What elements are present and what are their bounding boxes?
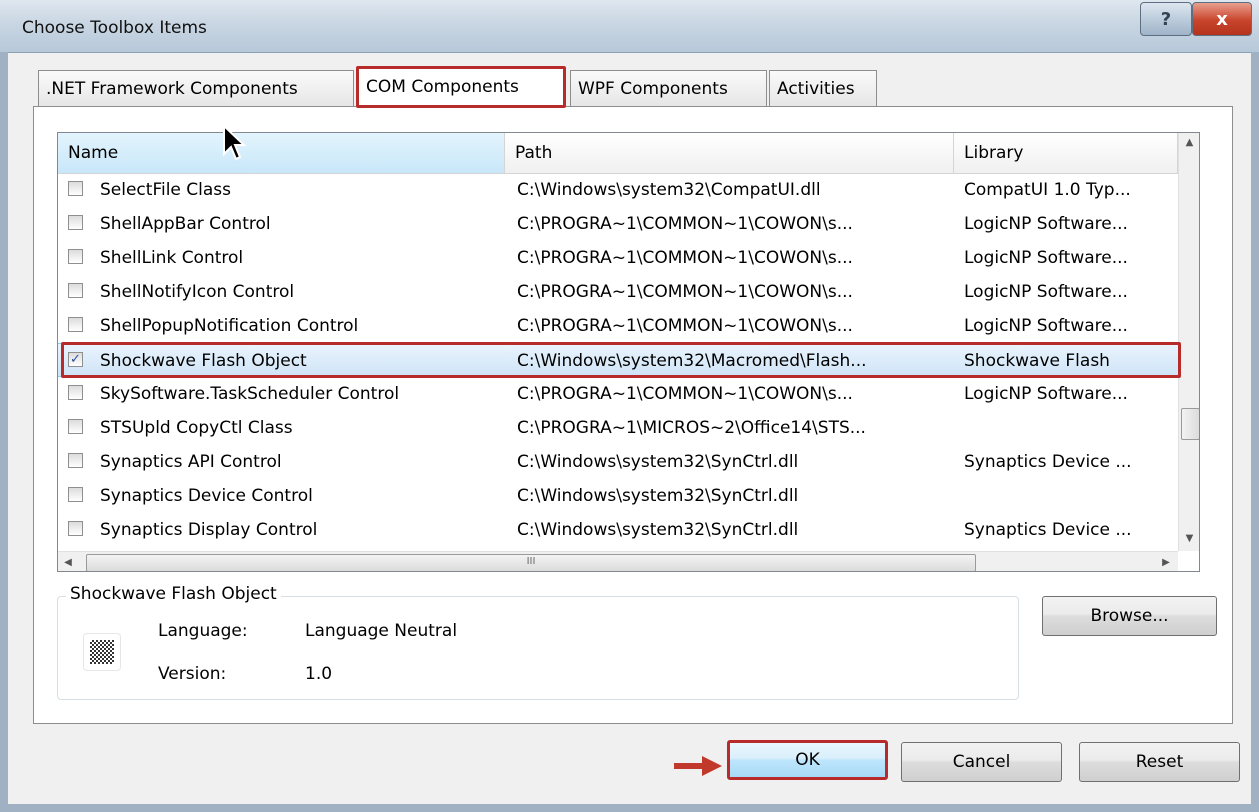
row-name-cell: ShellPopupNotification Control bbox=[100, 316, 359, 336]
red-arrow-icon bbox=[674, 756, 722, 776]
column-header-path[interactable]: Path bbox=[505, 133, 954, 173]
table-row[interactable]: STSUpld CopyCtl Class C:\PROGRA~1\MICROS~… bbox=[58, 411, 1178, 445]
table-row[interactable]: SelectFile Class C:\Windows\system32\Comp… bbox=[58, 173, 1178, 207]
row-path-cell: C:\Windows\system32\SynCtrl.dll bbox=[517, 520, 799, 540]
row-checkbox[interactable] bbox=[68, 521, 83, 536]
row-path-cell: C:\Windows\system32\CompatUI.dll bbox=[517, 180, 821, 200]
cancel-button[interactable]: Cancel bbox=[901, 742, 1062, 782]
vertical-scrollbar[interactable]: ▲ ▼ bbox=[1178, 133, 1199, 551]
ok-button[interactable]: OK bbox=[727, 740, 888, 780]
row-library-cell: LogicNP Software... bbox=[964, 214, 1128, 234]
window-frame-left bbox=[0, 52, 8, 812]
scroll-down-arrow-icon[interactable]: ▼ bbox=[1179, 529, 1199, 549]
row-name-cell: Shockwave Flash Object bbox=[100, 351, 307, 371]
table-row[interactable]: ShellNotifyIcon Control C:\PROGRA~1\COMMO… bbox=[58, 275, 1178, 309]
table-row[interactable]: Synaptics API Control C:\Windows\system32… bbox=[58, 445, 1178, 479]
row-library-cell: Synaptics Device ... bbox=[964, 452, 1132, 472]
details-title: Shockwave Flash Object bbox=[66, 584, 281, 604]
row-name-cell: ShellNotifyIcon Control bbox=[100, 282, 295, 302]
row-checkbox[interactable] bbox=[68, 487, 83, 502]
column-header-name[interactable]: Name bbox=[58, 133, 505, 173]
window-frame-bottom bbox=[0, 804, 1259, 812]
row-name-cell: SelectFile Class bbox=[100, 180, 232, 200]
table-row[interactable]: ✓ Shockwave Flash Object C:\Windows\system… bbox=[58, 343, 1178, 377]
row-library-cell: LogicNP Software... bbox=[964, 384, 1128, 404]
row-library-cell: Synaptics Device ... bbox=[964, 520, 1132, 540]
table-row[interactable]: Synaptics Device Control C:\Windows\syste… bbox=[58, 479, 1178, 513]
row-library-cell: LogicNP Software... bbox=[964, 282, 1128, 302]
row-library-cell bbox=[964, 411, 1174, 445]
tab-net-framework-components[interactable]: .NET Framework Components bbox=[38, 70, 354, 106]
browse-button[interactable]: Browse... bbox=[1042, 596, 1217, 636]
row-path-cell: C:\PROGRA~1\MICROS~2\Office14\STS... bbox=[517, 418, 866, 438]
title-bar[interactable]: Choose Toolbox Items ? x bbox=[0, 0, 1259, 53]
row-checkbox[interactable] bbox=[68, 283, 83, 298]
row-checkbox[interactable]: ✓ bbox=[68, 352, 83, 367]
row-path-cell: C:\Windows\system32\Macromed\Flash... bbox=[517, 351, 867, 371]
language-label: Language: bbox=[158, 621, 248, 641]
horizontal-scrollbar[interactable]: ◀ III ▶ bbox=[58, 551, 1178, 571]
row-checkbox[interactable] bbox=[68, 419, 83, 434]
tab-activities[interactable]: Activities bbox=[769, 70, 877, 106]
row-checkbox[interactable] bbox=[68, 385, 83, 400]
window-title: Choose Toolbox Items bbox=[22, 18, 207, 38]
row-checkbox[interactable] bbox=[68, 215, 83, 230]
row-library-cell: Shockwave Flash bbox=[964, 351, 1110, 371]
mouse-cursor-icon bbox=[223, 124, 246, 161]
row-library-cell: CompatUI 1.0 Typ... bbox=[964, 180, 1131, 200]
row-name-cell: STSUpld CopyCtl Class bbox=[100, 418, 293, 438]
row-checkbox[interactable] bbox=[68, 181, 83, 196]
row-path-cell: C:\PROGRA~1\COMMON~1\COWON\s... bbox=[517, 384, 853, 404]
window-frame-right bbox=[1251, 52, 1259, 812]
details-groupbox bbox=[57, 596, 1019, 700]
tab-wpf-components[interactable]: WPF Components bbox=[570, 70, 767, 106]
row-path-cell: C:\PROGRA~1\COMMON~1\COWON\s... bbox=[517, 214, 853, 234]
row-checkbox[interactable] bbox=[68, 249, 83, 264]
row-name-cell: SkySoftware.TaskScheduler Control bbox=[100, 384, 400, 404]
row-name-cell: ShellLink Control bbox=[100, 248, 244, 268]
component-icon bbox=[83, 633, 121, 671]
horizontal-scroll-thumb[interactable]: III bbox=[86, 554, 976, 571]
components-list[interactable]: Name Path Library SelectFile Class C:\Win… bbox=[57, 132, 1200, 572]
scroll-up-arrow-icon[interactable]: ▲ bbox=[1179, 133, 1199, 153]
reset-button[interactable]: Reset bbox=[1079, 742, 1240, 782]
table-row[interactable]: Synaptics Display Control C:\Windows\syst… bbox=[58, 513, 1178, 547]
row-library-cell: LogicNP Software... bbox=[964, 316, 1128, 336]
close-button[interactable]: x bbox=[1192, 2, 1252, 36]
row-path-cell: C:\Windows\system32\SynCtrl.dll bbox=[517, 452, 799, 472]
tab-com-components[interactable]: COM Components bbox=[356, 66, 566, 108]
row-name-cell: Synaptics API Control bbox=[100, 452, 282, 472]
scroll-left-arrow-icon[interactable]: ◀ bbox=[58, 552, 78, 571]
row-name-cell: Synaptics Device Control bbox=[100, 486, 313, 506]
help-button[interactable]: ? bbox=[1140, 2, 1192, 36]
row-path-cell: C:\PROGRA~1\COMMON~1\COWON\s... bbox=[517, 282, 853, 302]
table-row[interactable]: SkySoftware.TaskScheduler Control C:\PROG… bbox=[58, 377, 1178, 411]
row-name-cell: Synaptics Display Control bbox=[100, 520, 318, 540]
row-checkbox[interactable] bbox=[68, 317, 83, 332]
row-path-cell: C:\PROGRA~1\COMMON~1\COWON\s... bbox=[517, 316, 853, 336]
column-header-library[interactable]: Library bbox=[954, 133, 1178, 173]
language-value: Language Neutral bbox=[305, 621, 458, 641]
row-library-cell bbox=[964, 479, 1174, 513]
row-library-cell: LogicNP Software... bbox=[964, 248, 1128, 268]
row-name-cell: ShellAppBar Control bbox=[100, 214, 271, 234]
row-path-cell: C:\Windows\system32\SynCtrl.dll bbox=[517, 486, 799, 506]
row-checkbox[interactable] bbox=[68, 453, 83, 468]
scroll-right-arrow-icon[interactable]: ▶ bbox=[1156, 552, 1176, 571]
table-row[interactable]: ShellPopupNotification Control C:\PROGRA~… bbox=[58, 309, 1178, 343]
version-label: Version: bbox=[158, 664, 227, 684]
row-path-cell: C:\PROGRA~1\COMMON~1\COWON\s... bbox=[517, 248, 853, 268]
table-row[interactable]: ShellAppBar Control C:\PROGRA~1\COMMON~1\… bbox=[58, 207, 1178, 241]
table-row[interactable]: ShellLink Control C:\PROGRA~1\COMMON~1\CO… bbox=[58, 241, 1178, 275]
vertical-scroll-thumb[interactable] bbox=[1181, 408, 1199, 440]
version-value: 1.0 bbox=[305, 664, 333, 684]
